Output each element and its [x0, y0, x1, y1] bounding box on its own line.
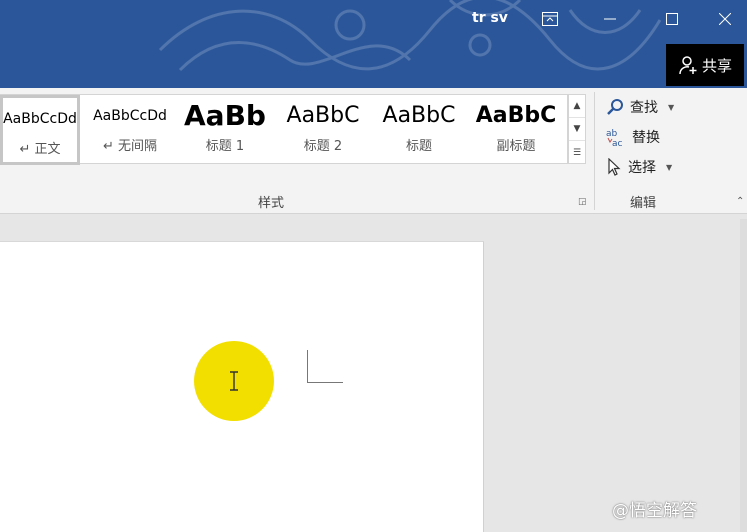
- title-bar: tr sv 共享: [0, 0, 747, 88]
- ribbon: AaBbCcDd ↵ 正文 AaBbCcDd ↵ 无间隔 AaBb 标题 1 A…: [0, 88, 747, 214]
- ribbon-display-options-button[interactable]: [530, 4, 570, 34]
- watermark-text: @悟空解答: [612, 501, 697, 521]
- editing-group-label: 编辑: [630, 196, 657, 211]
- replace-icon: abac: [606, 129, 623, 147]
- find-label: 查找: [630, 100, 658, 116]
- style-name: ↵ 无间隔: [102, 139, 158, 154]
- style-name: 标题 2: [303, 139, 343, 154]
- style-sample: AaBbCcDd: [93, 108, 167, 124]
- person-add-icon: [679, 56, 697, 75]
- minimize-button[interactable]: [590, 4, 630, 34]
- dropdown-arrow-icon: ▼: [668, 102, 675, 112]
- group-divider: [594, 92, 595, 210]
- document-workspace: [0, 215, 747, 532]
- style-sample: AaBbC: [475, 103, 557, 128]
- select-label: 选择: [628, 160, 656, 176]
- document-page[interactable]: [0, 241, 484, 532]
- style-no-spacing[interactable]: AaBbCcDd ↵ 无间隔: [84, 95, 176, 165]
- maximize-button[interactable]: [652, 4, 692, 34]
- ribbon-display-icon: [542, 12, 558, 26]
- styles-dialog-launcher-icon[interactable]: ◲: [578, 197, 587, 207]
- close-button[interactable]: [705, 4, 745, 34]
- style-heading-1[interactable]: AaBb 标题 1: [180, 95, 270, 165]
- style-name: 标题 1: [205, 139, 245, 154]
- select-button[interactable]: 选择 ▼: [606, 154, 672, 180]
- account-name[interactable]: tr sv: [472, 10, 508, 26]
- share-label: 共享: [701, 56, 732, 75]
- text-cursor-icon: [230, 371, 238, 391]
- style-title[interactable]: AaBbC 标题: [374, 95, 464, 165]
- gallery-more-button[interactable]: ☰: [569, 141, 585, 164]
- svg-text:ab: ab: [606, 129, 618, 139]
- style-subtitle[interactable]: AaBbC 副标题: [470, 95, 562, 165]
- vertical-scrollbar[interactable]: [740, 219, 747, 532]
- maximize-icon: [666, 13, 678, 25]
- more-icon: ☰: [572, 147, 582, 158]
- replace-button[interactable]: ab ac 替换: [606, 124, 660, 150]
- style-sample: AaBbC: [382, 103, 456, 128]
- pointer-icon: [608, 158, 621, 176]
- collapse-ribbon-icon[interactable]: ⌃: [736, 196, 744, 207]
- styles-group-label: 样式: [258, 196, 285, 211]
- style-name: 副标题: [496, 139, 536, 154]
- dropdown-arrow-icon: ▼: [666, 162, 673, 172]
- chevron-down-icon: ▼: [573, 124, 581, 134]
- margin-corner-mark: [307, 350, 343, 383]
- search-icon: [607, 99, 623, 115]
- find-button[interactable]: 查找 ▼: [606, 94, 674, 120]
- gallery-scroll-up-button[interactable]: ▲: [569, 95, 585, 118]
- styles-gallery: AaBbCcDd ↵ 正文 AaBbCcDd ↵ 无间隔 AaBb 标题 1 A…: [0, 94, 568, 165]
- minimize-icon: [604, 18, 616, 20]
- style-name: ↵ 正文: [19, 142, 61, 157]
- close-icon: [719, 13, 731, 25]
- chevron-up-icon: ▲: [573, 101, 581, 111]
- svg-text:ac: ac: [612, 139, 623, 147]
- replace-label: 替换: [632, 130, 660, 146]
- style-name: 标题: [405, 139, 432, 154]
- gallery-scroll-down-button[interactable]: ▼: [569, 118, 585, 141]
- style-sample: AaBbCcDd: [3, 111, 77, 127]
- style-normal[interactable]: AaBbCcDd ↵ 正文: [0, 95, 80, 165]
- share-button[interactable]: 共享: [666, 44, 744, 86]
- cursor-highlight: [194, 341, 274, 421]
- style-heading-2[interactable]: AaBbC 标题 2: [278, 95, 368, 165]
- watermark: @悟空解答: [612, 496, 697, 521]
- style-sample: AaBb: [184, 99, 266, 132]
- style-sample: AaBbC: [286, 103, 360, 128]
- gallery-scroll: ▲ ▼ ☰: [568, 94, 586, 164]
